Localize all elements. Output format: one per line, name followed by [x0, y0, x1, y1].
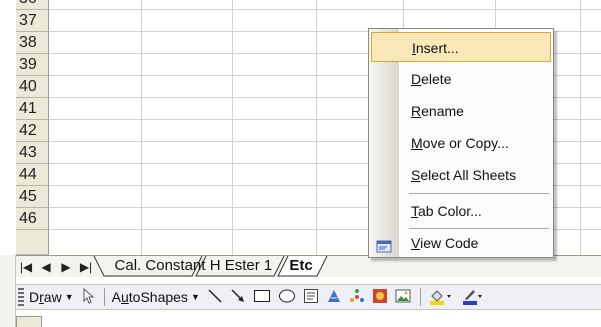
menu-item-label: Insert...	[412, 40, 459, 56]
sheet-tab-context-menu: Insert... Delete Rename Move or Copy... …	[368, 28, 554, 258]
toolbar-separator	[419, 288, 421, 306]
line-color-icon[interactable]	[461, 287, 483, 308]
menu-item-insert[interactable]: Insert...	[371, 32, 551, 62]
row-header	[16, 230, 49, 255]
row-header[interactable]: 36	[16, 0, 49, 10]
row-header[interactable]: 39	[16, 54, 49, 76]
wordart-icon[interactable]	[326, 288, 342, 307]
rectangle-icon[interactable]	[253, 288, 271, 307]
insert-picture-icon[interactable]	[395, 288, 411, 307]
menu-item-delete[interactable]: Delete	[371, 64, 551, 94]
row-header[interactable]: 42	[16, 120, 49, 142]
menu-item-view-code[interactable]: View Code	[371, 228, 551, 258]
col-line	[580, 0, 581, 255]
menu-item-label: Delete	[411, 71, 452, 87]
view-code-icon	[376, 235, 394, 265]
menu-item-tab-color[interactable]: Tab Color...	[371, 196, 551, 226]
col-line	[141, 0, 142, 255]
menu-item-select-all-sheets[interactable]: Select All Sheets	[371, 160, 551, 190]
row-header[interactable]: 37	[16, 10, 49, 32]
col-line	[232, 0, 233, 255]
toolbar-separator	[103, 288, 105, 306]
fill-color-icon[interactable]	[428, 287, 454, 308]
text-box-icon[interactable]	[303, 288, 319, 307]
autoshapes-label: AutoShapes	[111, 289, 188, 305]
toolbar-grip[interactable]	[18, 288, 24, 306]
menu-item-label: View Code	[411, 235, 479, 251]
menu-item-label: Select All Sheets	[411, 167, 517, 183]
sheet-tab-h-ester-1[interactable]: H Ester 1	[200, 256, 282, 276]
clip-art-icon[interactable]	[372, 288, 388, 307]
col-line	[316, 0, 317, 255]
row-header[interactable]: 44	[16, 164, 49, 186]
oval-icon[interactable]	[278, 288, 296, 307]
line-icon[interactable]	[207, 288, 223, 307]
row-header[interactable]: 45	[16, 186, 49, 208]
sheet-nav-buttons: |◀ ◀ ▶ ▶|	[16, 256, 102, 277]
dropdown-arrow-icon: ▼	[64, 292, 74, 302]
row-header[interactable]: 38	[16, 32, 49, 54]
sheet-tab-cal-constant[interactable]: Cal. Constant	[112, 256, 208, 276]
row-header[interactable]: 40	[16, 76, 49, 98]
arrow-icon[interactable]	[230, 288, 246, 307]
row-line	[49, 9, 601, 10]
autoshapes-menu-button[interactable]: AutoShapes ▼	[112, 289, 200, 305]
menu-item-rename[interactable]: Rename	[371, 96, 551, 126]
diagram-icon[interactable]	[349, 288, 365, 307]
menu-item-label: Rename	[411, 103, 464, 119]
row-header[interactable]: 46	[16, 208, 49, 230]
menu-item-label: Tab Color...	[411, 203, 482, 219]
sheet-tab-etc[interactable]: Etc	[282, 256, 320, 276]
drawing-toolbar: Draw ▼ AutoShapes ▼	[16, 284, 601, 310]
draw-label: Draw	[29, 289, 62, 305]
menu-item-label: Move or Copy...	[411, 135, 509, 151]
dropdown-arrow-icon: ▼	[190, 292, 200, 302]
menu-item-move-or-copy[interactable]: Move or Copy...	[371, 128, 551, 158]
menu-separator	[409, 193, 549, 194]
row-header[interactable]: 41	[16, 98, 49, 120]
row-header[interactable]: 43	[16, 142, 49, 164]
status-area	[16, 310, 601, 327]
first-sheet-button[interactable]: |◀	[16, 260, 36, 274]
select-objects-icon[interactable]	[81, 287, 95, 307]
prev-sheet-button[interactable]: ◀	[36, 260, 56, 274]
draw-menu-button[interactable]: Draw ▼	[29, 289, 74, 305]
next-sheet-button[interactable]: ▶	[56, 260, 76, 274]
sheet-tab-bar: |◀ ◀ ▶ ▶| Cal. Constant H Ester 1 Etc	[16, 255, 601, 277]
status-bar-box	[16, 316, 42, 327]
